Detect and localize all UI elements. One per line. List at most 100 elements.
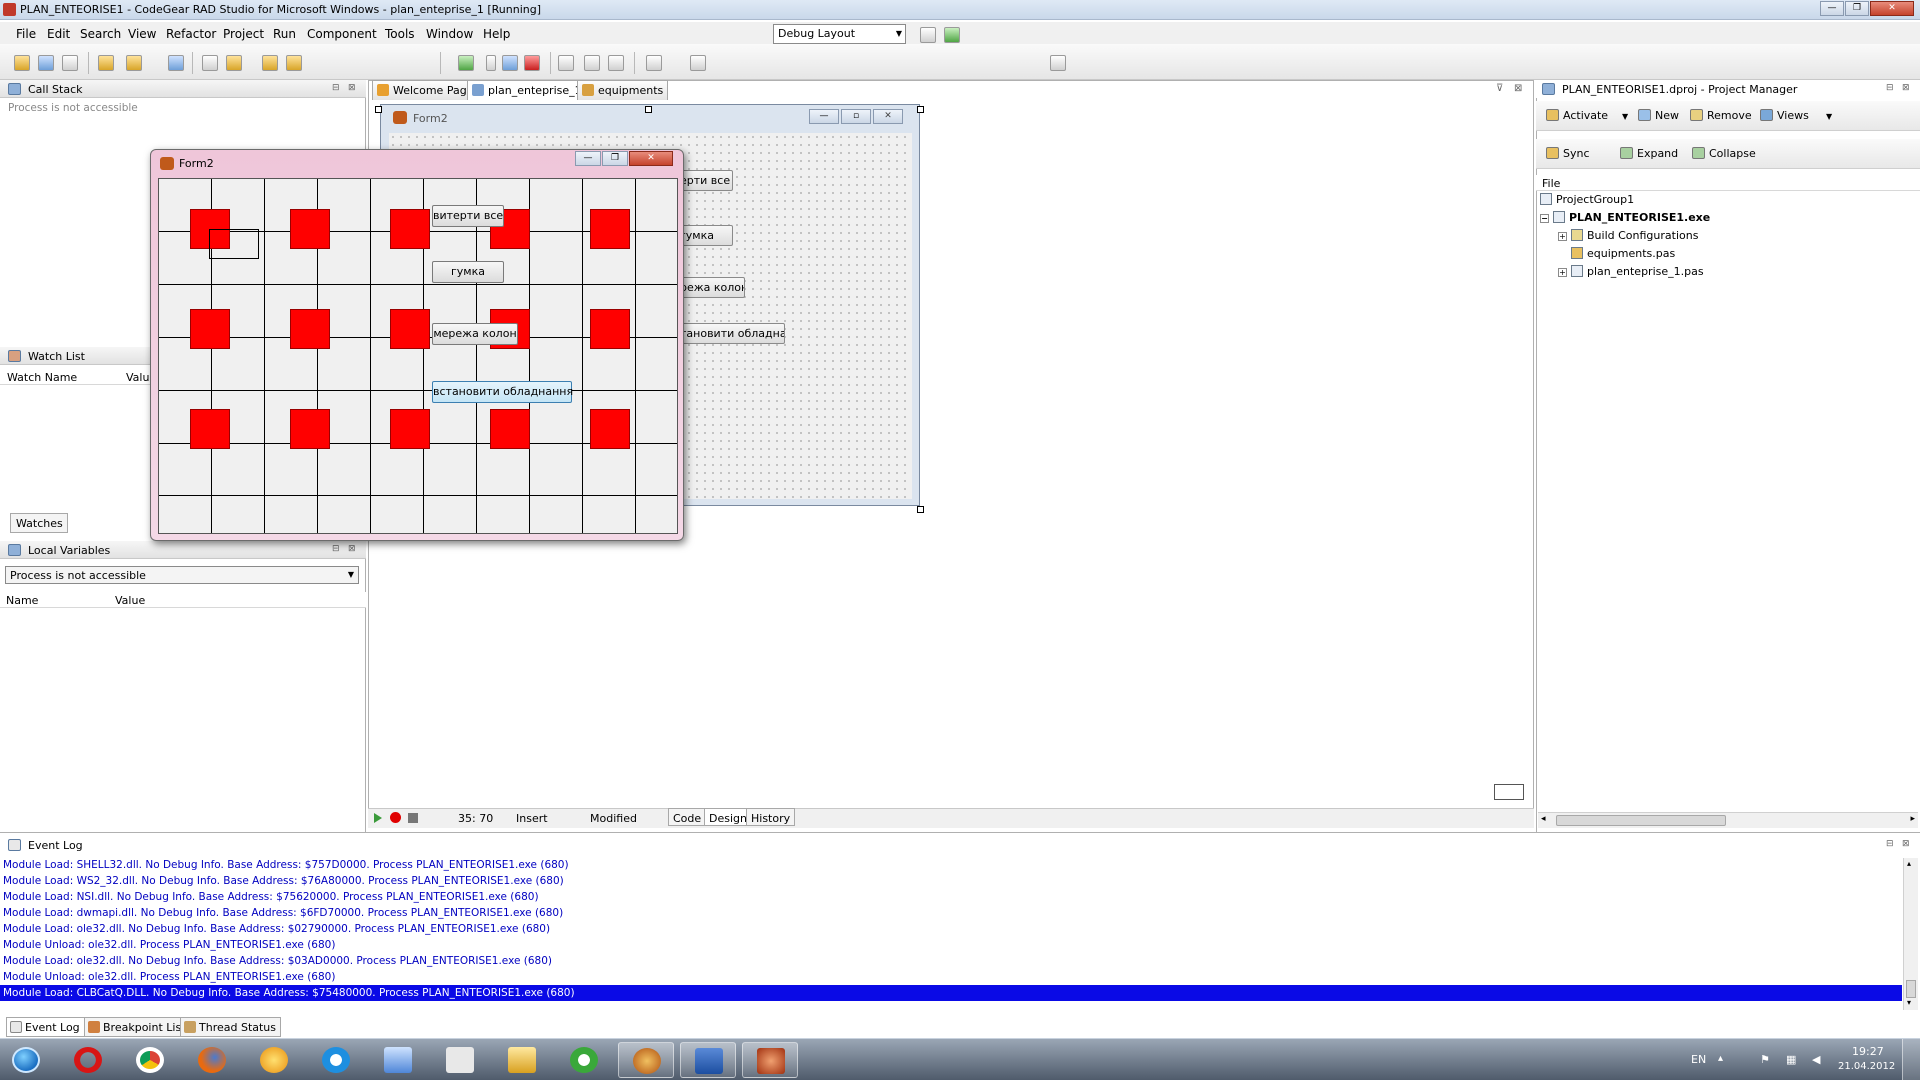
expand-button[interactable]: Expand	[1620, 147, 1678, 160]
locals-name-column[interactable]: Name	[6, 594, 38, 607]
menu-search[interactable]: Search	[80, 27, 121, 41]
tab-code[interactable]: Code	[668, 808, 707, 826]
trace-into-icon[interactable]	[558, 55, 574, 71]
form2-close-button[interactable]: ✕	[629, 151, 673, 166]
form2-minimize-button[interactable]: —	[575, 151, 601, 166]
save-all-icon[interactable]	[62, 55, 78, 71]
log-line[interactable]: Module Unload: ole32.dll. Process PLAN_E…	[3, 939, 335, 951]
scroll-thumb[interactable]	[1906, 980, 1916, 998]
tab-event-log[interactable]: Event Log	[6, 1017, 85, 1037]
collapse-node-icon[interactable]: −	[1540, 214, 1549, 223]
file-column-header[interactable]: File	[1536, 175, 1920, 191]
step-over-icon[interactable]	[584, 55, 600, 71]
language-indicator[interactable]: EN	[1691, 1053, 1706, 1066]
expand-node-icon[interactable]: +	[1558, 268, 1567, 277]
maximize-button[interactable]: ❐	[1845, 1, 1869, 16]
stop-icon[interactable]	[408, 813, 418, 823]
scroll-left-icon[interactable]: ◂	[1541, 814, 1546, 824]
resize-handle[interactable]	[917, 106, 924, 113]
start-button[interactable]	[2, 1042, 52, 1078]
expand-node-icon[interactable]: +	[1558, 232, 1567, 241]
pause-icon[interactable]	[502, 55, 518, 71]
views-dropdown-icon[interactable]: ▼	[1826, 112, 1832, 121]
pin-icon[interactable]: ⊟	[332, 544, 340, 554]
activate-dropdown-icon[interactable]: ▼	[1622, 112, 1628, 121]
clock-time[interactable]: 19:27	[1852, 1045, 1884, 1058]
log-line[interactable]: Module Load: ole32.dll. No Debug Info. B…	[3, 955, 552, 967]
remove-button[interactable]: Remove	[1690, 109, 1752, 122]
save-icon[interactable]	[168, 55, 184, 71]
scroll-down-icon[interactable]: ▾	[1907, 998, 1911, 1007]
menu-refactor[interactable]: Refactor	[166, 27, 216, 41]
log-line[interactable]: Module Load: ole32.dll. No Debug Info. B…	[3, 923, 550, 935]
scroll-up-icon[interactable]: ▴	[1907, 859, 1911, 868]
eraser-button[interactable]: гумка	[432, 261, 504, 283]
reopen-icon[interactable]	[126, 55, 142, 71]
desktop-layout-select[interactable]: Debug Layout ▼	[773, 24, 906, 44]
run-icon[interactable]	[458, 55, 474, 71]
log-line[interactable]: Module Unload: ole32.dll. Process PLAN_E…	[3, 971, 335, 983]
log-line[interactable]: Module Load: NSI.dll. No Debug Info. Bas…	[3, 891, 539, 903]
taskbar-yandex[interactable]	[432, 1042, 488, 1078]
taskbar-word[interactable]	[680, 1042, 736, 1078]
menu-project[interactable]: Project	[223, 27, 264, 41]
form2-window[interactable]: Form2 — ❐ ✕ витерти все гумка мережа кол…	[150, 149, 684, 541]
log-line[interactable]: Module Load: WS2_32.dll. No Debug Info. …	[3, 875, 564, 887]
menu-window[interactable]: Window	[426, 27, 473, 41]
clock-date[interactable]: 21.04.2012	[1838, 1061, 1895, 1072]
collapse-button[interactable]: Collapse	[1692, 147, 1756, 160]
designer-button-install[interactable]: тановити обладнання	[673, 323, 785, 344]
locals-value-column[interactable]: Value	[115, 594, 145, 607]
taskbar-mail[interactable]	[370, 1042, 426, 1078]
tab-breakpoint-list[interactable]: Breakpoint List	[84, 1017, 191, 1037]
views-button[interactable]: Views	[1760, 109, 1809, 122]
watch-name-column[interactable]: Watch Name	[7, 371, 77, 384]
tree-project-group[interactable]: ProjectGroup1	[1540, 193, 1634, 206]
tab-equipments[interactable]: equipments	[577, 80, 669, 100]
menu-view[interactable]: View	[128, 27, 156, 41]
taskbar-aimp[interactable]	[246, 1042, 302, 1078]
menu-help[interactable]: Help	[483, 27, 510, 41]
open-icon[interactable]	[38, 55, 54, 71]
close-button[interactable]: ✕	[1870, 1, 1914, 16]
tree-build-configurations[interactable]: + Build Configurations	[1558, 229, 1698, 242]
open-project-icon[interactable]	[98, 55, 114, 71]
log-line-selected[interactable]: Module Load: CLBCatQ.DLL. No Debug Info.…	[0, 985, 1902, 1001]
log-line[interactable]: Module Load: SHELL32.dll. No Debug Info.…	[3, 859, 569, 871]
tab-design[interactable]: Design	[704, 808, 752, 826]
event-log-scrollbar[interactable]: ▴ ▾	[1903, 858, 1918, 1010]
menu-run[interactable]: Run	[273, 27, 296, 41]
clear-all-button[interactable]: витерти все	[432, 205, 504, 227]
tree-project-exe[interactable]: − PLAN_ENTEORISE1.exe	[1540, 211, 1710, 224]
remove-from-project-icon[interactable]	[286, 55, 302, 71]
tree-plan-enteprise-pas[interactable]: + plan_enteprise_1.pas	[1558, 265, 1704, 278]
tab-plan-enteprise-1[interactable]: plan_enteprise_1	[467, 80, 587, 100]
close-pane-icon[interactable]: ⊠	[1902, 839, 1910, 849]
menu-tools[interactable]: Tools	[385, 27, 415, 41]
pm-horizontal-scrollbar[interactable]: ◂ ▸	[1538, 812, 1918, 828]
watches-tab[interactable]: Watches	[10, 513, 68, 533]
plan-grid[interactable]: витерти все гумка мережа колон встановит…	[158, 178, 678, 534]
pin-icon[interactable]: ⊟	[1886, 83, 1894, 93]
print-icon[interactable]	[202, 55, 218, 71]
close-tab-icon[interactable]: ⊠	[1514, 83, 1522, 94]
component-palette-toggle[interactable]	[1494, 784, 1524, 800]
form2-maximize-button[interactable]: ❐	[602, 151, 628, 166]
tab-list-icon[interactable]: ⊽	[1496, 83, 1503, 94]
resize-handle[interactable]	[917, 506, 924, 513]
tab-history[interactable]: History	[746, 808, 796, 826]
tab-thread-status[interactable]: Thread Status	[180, 1017, 282, 1037]
help-book-icon[interactable]	[1050, 55, 1066, 71]
back-icon[interactable]	[646, 55, 662, 71]
sync-button[interactable]: Sync	[1546, 147, 1590, 160]
pin-icon[interactable]: ⊟	[332, 83, 340, 93]
set-debug-desktop-icon[interactable]	[944, 27, 960, 43]
new-icon[interactable]	[14, 55, 30, 71]
taskbar-utorrent[interactable]	[556, 1042, 612, 1078]
taskbar-running-app[interactable]	[742, 1042, 798, 1078]
close-pane-icon[interactable]: ⊠	[348, 83, 356, 93]
taskbar-explorer[interactable]	[494, 1042, 550, 1078]
close-pane-icon[interactable]: ⊠	[348, 544, 356, 554]
run-to-cursor-icon[interactable]	[608, 55, 624, 71]
add-to-project-icon[interactable]	[262, 55, 278, 71]
